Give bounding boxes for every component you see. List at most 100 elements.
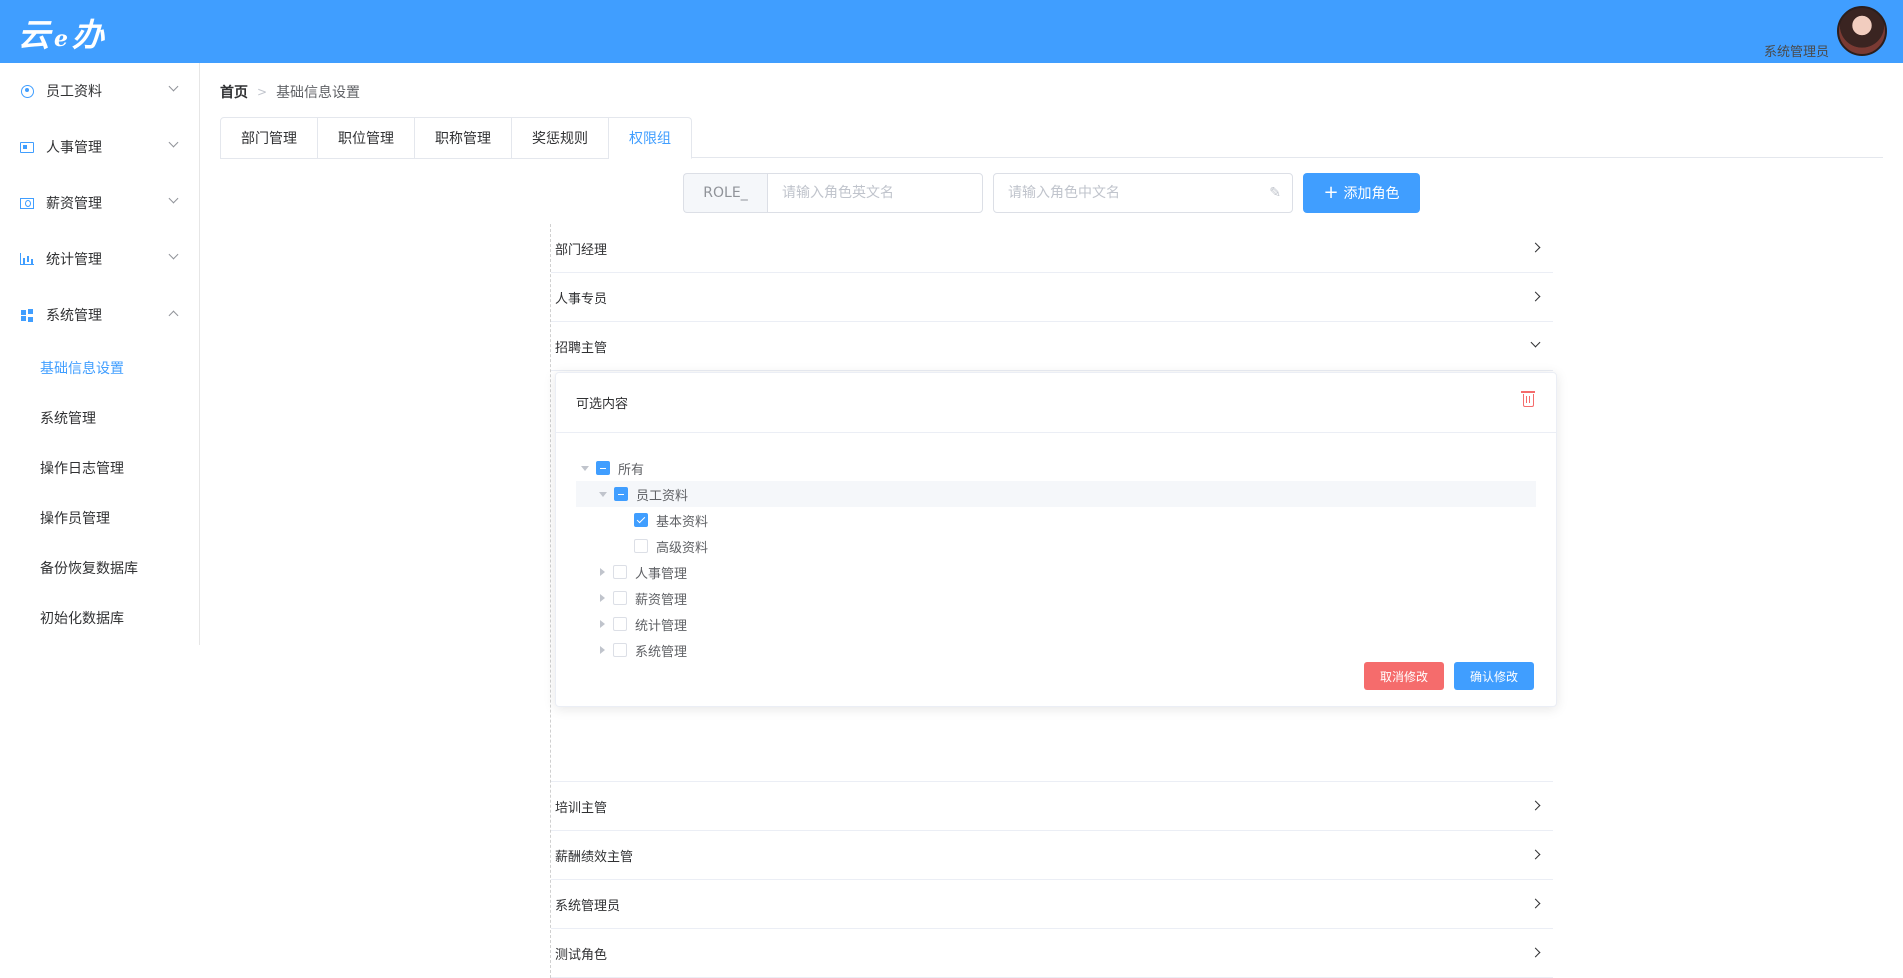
caret-right-icon[interactable] [600, 646, 605, 654]
role-permission-panel: 可选内容 所有 员工资料 基本资料 高级资料 人事管理 薪资管理 统计管理 系统… [551, 371, 1557, 782]
tree-checkbox[interactable] [634, 513, 648, 527]
confirm-edit-button[interactable]: 确认修改 [1454, 662, 1534, 690]
tree-node[interactable]: 系统管理 [576, 637, 1536, 663]
chevron-right-icon [1530, 849, 1541, 860]
role-item[interactable]: 人事专员 [551, 273, 1553, 322]
tree-node[interactable]: 薪资管理 [576, 585, 1536, 611]
cancel-edit-button[interactable]: 取消修改 [1364, 662, 1444, 690]
sidebar-subitem-operator-management[interactable]: 操作员管理 [0, 493, 199, 543]
role-cn-name-input[interactable] [993, 173, 1293, 213]
tree-checkbox[interactable] [613, 617, 627, 631]
caret-right-icon[interactable] [600, 568, 605, 576]
tree-node-label: 系统管理 [635, 644, 688, 660]
role-en-name-input[interactable] [767, 173, 983, 213]
logo-text-e: e [54, 26, 69, 52]
add-role-button[interactable]: + 添加角色 [1303, 173, 1420, 213]
tree-checkbox[interactable] [613, 591, 627, 605]
role-name: 测试角色 [555, 947, 608, 963]
role-item[interactable]: 系统管理员 [551, 880, 1553, 929]
tree-node[interactable]: 基本资料 [576, 507, 1536, 533]
chevron-down-icon [168, 249, 179, 260]
sidebar-item-label: 系统管理 [46, 308, 102, 324]
tree-node[interactable]: 员工资料 [576, 481, 1536, 507]
tree-checkbox[interactable] [613, 565, 627, 579]
add-role-form: ROLE_ ✎ + 添加角色 [683, 173, 1420, 213]
sidebar-item-label: 人事管理 [46, 140, 102, 156]
tree-node-label: 基本资料 [656, 514, 709, 530]
role-item[interactable]: 薪酬绩效主管 [551, 831, 1553, 880]
sidebar-subitem-basic-settings[interactable]: 基础信息设置 [0, 343, 199, 393]
chevron-up-icon [168, 310, 179, 321]
breadcrumb-current: 基础信息设置 [276, 85, 361, 101]
tree-node[interactable]: 统计管理 [576, 611, 1536, 637]
caret-down-icon[interactable] [599, 491, 607, 497]
sidebar-item-label: 统计管理 [46, 252, 102, 268]
sidebar-item-label: 员工资料 [46, 84, 102, 100]
card-header: 可选内容 [556, 373, 1556, 433]
logo-text-main: 云 [18, 16, 51, 54]
role-collapse-list: 部门经理 人事专员 招聘主管 可选内容 所有 员工资料 基本资料 高级资料 人事… [550, 224, 1557, 978]
sidebar-menu: 员工资料 人事管理 薪资管理 统计管理 系统管理 基础信息设置 系统管理 操作日… [0, 63, 200, 645]
add-role-label: 添加角色 [1343, 186, 1400, 202]
sidebar-subitem-backup-restore[interactable]: 备份恢复数据库 [0, 543, 199, 593]
tab-job-title[interactable]: 职称管理 [415, 117, 512, 159]
role-name: 招聘主管 [555, 340, 608, 356]
sidebar-subitem-operation-log[interactable]: 操作日志管理 [0, 443, 199, 493]
tree-checkbox[interactable] [614, 487, 628, 501]
tab-position[interactable]: 职位管理 [318, 117, 415, 159]
sidebar-item-personnel[interactable]: 人事管理 [0, 119, 199, 175]
role-name: 薪酬绩效主管 [555, 849, 634, 865]
sidebar-item-system[interactable]: 系统管理 [0, 287, 199, 343]
role-cn-name-wrap: ✎ [993, 173, 1293, 213]
windows-icon [20, 308, 34, 322]
tree-node[interactable]: 高级资料 [576, 533, 1536, 559]
role-item[interactable]: 测试角色 [551, 929, 1553, 978]
chevron-right-icon [1530, 242, 1541, 253]
trash-icon[interactable] [1521, 391, 1535, 407]
sidebar-subitem-init-database[interactable]: 初始化数据库 [0, 593, 199, 643]
breadcrumb-separator: > [257, 85, 268, 99]
tabs-divider [691, 157, 1883, 158]
top-header: 云 e 办 系统管理员 [0, 0, 1903, 63]
tree-node[interactable]: 人事管理 [576, 559, 1536, 585]
sidebar-item-salary[interactable]: 薪资管理 [0, 175, 199, 231]
role-item[interactable]: 部门经理 [551, 224, 1553, 273]
avatar[interactable] [1837, 6, 1887, 56]
tree-checkbox[interactable] [613, 643, 627, 657]
sidebar-item-label: 薪资管理 [46, 196, 102, 212]
tree-node-label: 统计管理 [635, 618, 688, 634]
money-icon [20, 196, 34, 210]
caret-right-icon[interactable] [600, 594, 605, 602]
breadcrumb-home[interactable]: 首页 [220, 82, 248, 102]
sidebar-item-employee-info[interactable]: 员工资料 [0, 63, 199, 119]
plus-icon: + [1323, 182, 1339, 203]
tab-reward-rules[interactable]: 奖惩规则 [512, 117, 609, 159]
id-card-icon [20, 140, 34, 154]
tree-node-label: 所有 [618, 462, 645, 478]
sidebar-subitem-system-management[interactable]: 系统管理 [0, 393, 199, 443]
chevron-right-icon [1530, 947, 1541, 958]
tree-node[interactable]: 所有 [576, 455, 1536, 481]
caret-down-icon[interactable] [581, 465, 589, 471]
pencil-icon: ✎ [1269, 185, 1281, 201]
chevron-right-icon [1530, 800, 1541, 811]
permission-card: 可选内容 所有 员工资料 基本资料 高级资料 人事管理 薪资管理 统计管理 系统… [555, 372, 1557, 707]
tree-checkbox[interactable] [596, 461, 610, 475]
user-circle-icon [20, 84, 34, 98]
chevron-right-icon [1530, 291, 1541, 302]
user-name[interactable]: 系统管理员 [1764, 41, 1829, 60]
bar-chart-icon [20, 252, 34, 266]
caret-right-icon[interactable] [600, 620, 605, 628]
tree-checkbox[interactable] [634, 539, 648, 553]
tab-permission-group[interactable]: 权限组 [609, 117, 692, 159]
role-item-expanded[interactable]: 招聘主管 [551, 322, 1553, 371]
chevron-right-icon [1530, 898, 1541, 909]
role-name: 人事专员 [555, 291, 608, 307]
role-prefix: ROLE_ [683, 173, 767, 213]
role-name: 部门经理 [555, 242, 608, 258]
chevron-down-icon [168, 193, 179, 204]
tab-department[interactable]: 部门管理 [220, 117, 318, 159]
role-item[interactable]: 培训主管 [551, 782, 1553, 831]
sidebar-item-statistics[interactable]: 统计管理 [0, 231, 199, 287]
tree-node-label: 人事管理 [635, 566, 688, 582]
